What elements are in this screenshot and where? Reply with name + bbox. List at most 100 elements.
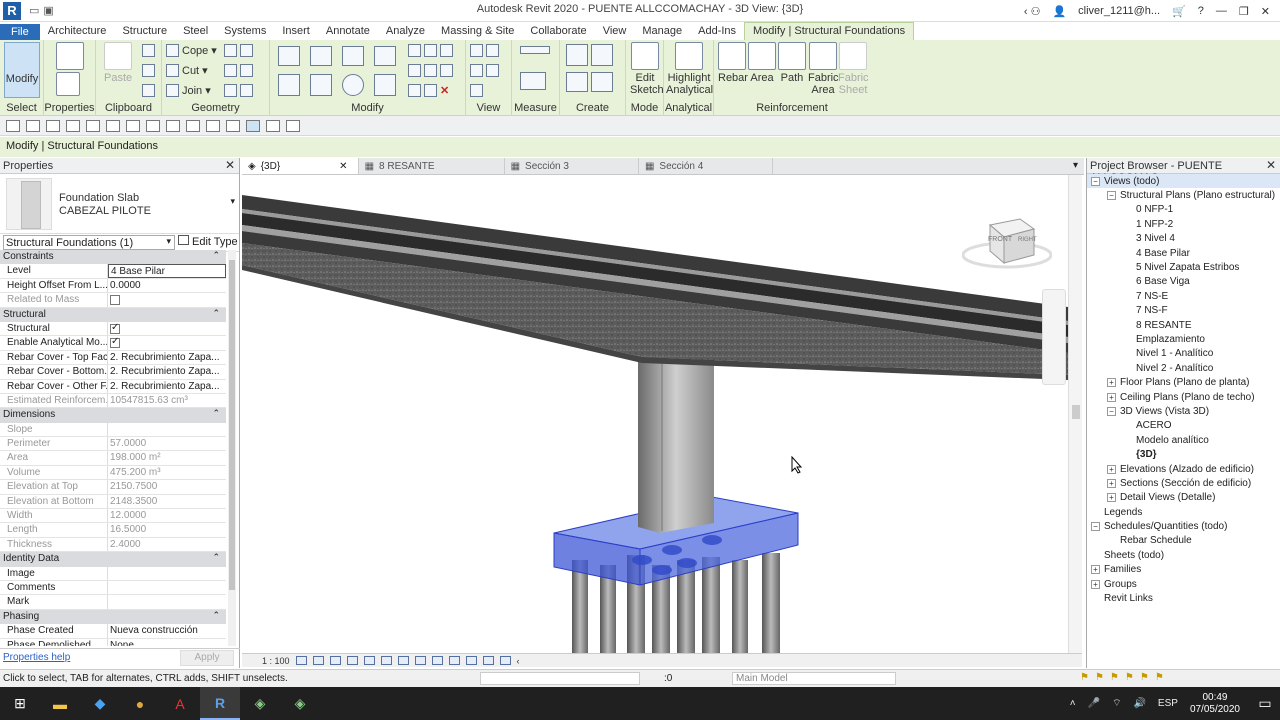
- temp-hide-icon[interactable]: [431, 656, 443, 665]
- tag-icon[interactable]: [166, 119, 180, 132]
- reveal-hidden-icon[interactable]: [448, 656, 460, 665]
- visual-style-icon[interactable]: [312, 656, 324, 665]
- tree-node[interactable]: + Families: [1087, 563, 1280, 577]
- cut-clip-button[interactable]: [142, 44, 155, 57]
- undo-icon[interactable]: [66, 119, 80, 132]
- lock-view-icon[interactable]: [380, 656, 392, 665]
- expander-icon[interactable]: +: [1107, 378, 1116, 388]
- move-button[interactable]: [278, 74, 300, 96]
- tree-node[interactable]: 4 Base Pilar: [1087, 246, 1280, 260]
- scroll-thumb[interactable]: [229, 260, 235, 590]
- property-value[interactable]: [108, 567, 226, 580]
- restore-button[interactable]: ❐: [1239, 5, 1249, 18]
- cart-icon[interactable]: 🛒: [1172, 5, 1186, 18]
- file-explorer-icon[interactable]: ▬: [40, 687, 80, 720]
- tree-node[interactable]: −3D Views (Vista 3D): [1087, 404, 1280, 418]
- navigation-bar[interactable]: [1042, 289, 1066, 385]
- user-icon[interactable]: 👤: [1052, 5, 1066, 18]
- property-value[interactable]: [108, 322, 226, 335]
- array-button[interactable]: [408, 64, 453, 77]
- collapse-icon[interactable]: ⌃: [212, 408, 220, 419]
- expander-icon[interactable]: −: [1107, 406, 1116, 416]
- rotate-button[interactable]: [342, 74, 364, 96]
- open-icon[interactable]: ▭: [29, 4, 39, 17]
- tab-steel[interactable]: Steel: [175, 23, 216, 40]
- select-label[interactable]: Select: [0, 102, 43, 114]
- save-icon[interactable]: ▣: [43, 4, 53, 17]
- hide-button[interactable]: [470, 44, 499, 57]
- notification-icon[interactable]: ▭: [1250, 687, 1280, 720]
- canvas-scroll-thumb[interactable]: [1072, 405, 1080, 419]
- type-properties-button[interactable]: [56, 42, 84, 72]
- tree-node[interactable]: − Schedules/Quantities (todo): [1087, 519, 1280, 533]
- tree-node[interactable]: Nivel 1 - Analítico: [1087, 347, 1280, 361]
- expander-icon[interactable]: +: [1091, 565, 1100, 575]
- 3d-view-icon[interactable]: [206, 119, 220, 132]
- highlight-analytical-button[interactable]: Highlight Analytical: [666, 42, 713, 96]
- trim-button[interactable]: [374, 74, 396, 96]
- paste-button[interactable]: Paste: [104, 42, 132, 84]
- tree-node[interactable]: Rebar Schedule: [1087, 534, 1280, 548]
- search-icon[interactable]: ‹ ⚇: [1024, 5, 1041, 18]
- collapse-icon[interactable]: ⌃: [212, 250, 220, 261]
- tab-view[interactable]: View: [595, 23, 635, 40]
- property-value[interactable]: 2. Recubrimiento Zapa...: [108, 380, 226, 393]
- rebar-button[interactable]: Rebar: [718, 42, 748, 84]
- tab-file[interactable]: File: [0, 24, 40, 40]
- tree-node[interactable]: Sheets (todo): [1087, 548, 1280, 562]
- tab-insert[interactable]: Insert: [274, 23, 318, 40]
- tree-node[interactable]: + Ceiling Plans (Plano de techo): [1087, 390, 1280, 404]
- expander-icon[interactable]: −: [1107, 191, 1116, 201]
- thin-lines-icon[interactable]: [246, 119, 260, 132]
- delete-button[interactable]: ✕: [408, 84, 449, 97]
- analytical-model-icon[interactable]: [465, 656, 477, 665]
- tree-node[interactable]: Emplazamiento: [1087, 332, 1280, 346]
- property-value[interactable]: None: [108, 639, 226, 646]
- edge-icon[interactable]: ◆: [80, 687, 120, 720]
- constraints-icon[interactable]: [499, 656, 511, 665]
- copy-element-button[interactable]: [310, 74, 332, 96]
- tab-annotate[interactable]: Annotate: [318, 23, 378, 40]
- volume-icon[interactable]: 🔊: [1133, 698, 1145, 709]
- geometry-tool-2[interactable]: [224, 64, 253, 77]
- tab-systems[interactable]: Systems: [216, 23, 274, 40]
- viewcube[interactable]: FRONT RIGHT: [961, 215, 1053, 278]
- save-icon[interactable]: [26, 119, 40, 132]
- tab-manage[interactable]: Manage: [634, 23, 690, 40]
- offset-button[interactable]: [310, 46, 332, 66]
- windows-start-icon[interactable]: ⊞: [0, 687, 40, 720]
- tree-node[interactable]: + Detail Views (Detalle): [1087, 491, 1280, 505]
- tree-node[interactable]: 7 NS-E: [1087, 289, 1280, 303]
- expander-icon[interactable]: +: [1107, 464, 1116, 474]
- measure-qat-icon[interactable]: [126, 119, 140, 132]
- properties-help-link[interactable]: Properties help: [3, 652, 70, 663]
- collapse-icon[interactable]: ⌃: [212, 552, 220, 563]
- create-group-button[interactable]: [566, 72, 613, 92]
- language-indicator[interactable]: ESP: [1158, 698, 1178, 709]
- tab-massing-site[interactable]: Massing & Site: [433, 23, 522, 40]
- tab-architecture[interactable]: Architecture: [40, 23, 115, 40]
- section-phasing[interactable]: Phasing ⌃: [0, 609, 226, 625]
- split-button[interactable]: [408, 44, 453, 57]
- text-icon[interactable]: [186, 119, 200, 132]
- view-tab[interactable]: ◈ {3D} ✕: [242, 158, 359, 174]
- property-value[interactable]: 0.0000: [108, 279, 226, 292]
- microphone-icon[interactable]: 🎤: [1088, 698, 1100, 709]
- customize-qat-icon[interactable]: [286, 119, 300, 132]
- tree-node[interactable]: Revit Links: [1087, 591, 1280, 605]
- tree-node[interactable]: 1 NFP-2: [1087, 217, 1280, 231]
- property-value[interactable]: [108, 581, 226, 594]
- view-tool-button[interactable]: [470, 84, 483, 97]
- redo-icon[interactable]: [86, 119, 100, 132]
- property-value[interactable]: [108, 595, 226, 608]
- area-button[interactable]: Area: [748, 42, 776, 84]
- view-tab[interactable]: ▦ Sección 3: [505, 158, 639, 174]
- design-option-combo[interactable]: Main Model: [732, 672, 896, 685]
- close-icon[interactable]: ✕: [1266, 158, 1276, 172]
- tab-modify-structural-foundations[interactable]: Modify | Structural Foundations: [744, 22, 915, 40]
- path-button[interactable]: Path: [778, 42, 806, 84]
- geometry-tool-3[interactable]: [224, 84, 253, 97]
- expander-icon[interactable]: +: [1107, 392, 1116, 402]
- match-type-button[interactable]: [142, 84, 155, 97]
- collapse-icon[interactable]: ⌃: [212, 308, 220, 319]
